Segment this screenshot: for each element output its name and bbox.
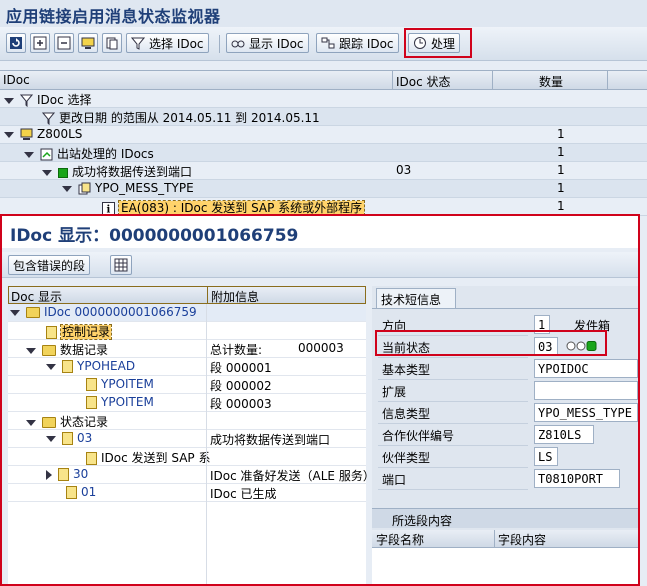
segment-table-header: 字段名称 字段内容 xyxy=(372,530,638,548)
tree-row-partner[interactable]: Z800LS 1 xyxy=(0,126,647,144)
tree-row-idoc-select[interactable]: IDoc 选择 xyxy=(0,90,647,108)
select-idoc-button[interactable]: 选择 IDoc xyxy=(126,33,209,53)
green-status-icon xyxy=(58,167,68,178)
field-extension: 扩展 xyxy=(376,380,638,402)
document-icon xyxy=(62,360,73,373)
segment-table-body xyxy=(372,548,638,584)
system-icon xyxy=(20,128,33,140)
glasses-icon xyxy=(231,40,245,48)
trace-icon xyxy=(321,37,335,49)
field-basic-type: 基本类型 YPOIDOC xyxy=(376,358,638,380)
expand-arrow-icon[interactable] xyxy=(46,469,52,480)
collapse-icon xyxy=(57,36,71,50)
main-toolbar: 选择 IDoc 显示 IDoc 跟踪 IDoc 处理 xyxy=(0,27,647,61)
idoc-display-panel: IDoc 显示：0000000001066759 包含错误的段 Doc 显示 附… xyxy=(0,214,640,586)
idoc-toolbar: 包含错误的段 xyxy=(2,252,638,278)
expand-arrow-icon[interactable] xyxy=(46,435,56,442)
document-icon xyxy=(86,396,97,409)
field-partner-number: 合作伙伴编号 Z810LS xyxy=(376,424,638,446)
refresh-button[interactable] xyxy=(6,33,26,53)
message-type-icon xyxy=(78,182,91,195)
refresh-icon xyxy=(10,37,22,49)
tree-node-status-01[interactable]: 01 IDoc 已生成 xyxy=(8,484,366,502)
tree-node-ypohead[interactable]: YPOHEAD 段 000001 xyxy=(8,358,366,376)
tree-row-date-range[interactable]: 更改日期 的范围从 2014.05.11 到 2014.05.11 xyxy=(0,108,647,126)
display-idoc-button[interactable]: 显示 IDoc xyxy=(226,33,309,53)
folder-icon xyxy=(42,417,56,428)
copy-button[interactable] xyxy=(102,33,122,53)
selected-segment-title: 所选段内容 xyxy=(372,508,638,528)
message-type-value: YPO_MESS_TYPE xyxy=(534,403,638,422)
segments-with-errors-button[interactable]: 包含错误的段 xyxy=(8,255,91,275)
expand-arrow-icon[interactable] xyxy=(26,419,36,426)
tree-node-status-03[interactable]: 03 成功将数据传送到端口 xyxy=(8,430,366,448)
col-idoc-header[interactable]: IDoc xyxy=(3,73,30,87)
tree-node-status-30[interactable]: 30 IDoc 准备好发送（ALE 服务） xyxy=(8,466,375,484)
grid-icon xyxy=(114,258,128,272)
filter-icon xyxy=(131,37,145,50)
field-partner-type: 伙伴类型 LS xyxy=(376,446,638,468)
document-icon xyxy=(86,452,97,465)
tree-row-status-03[interactable]: 成功将数据传送到端口 03 1 xyxy=(0,162,647,180)
tree-node-data-records[interactable]: 数据记录 总计数量: 000003 xyxy=(8,340,366,358)
extension-value xyxy=(534,381,638,400)
copy-icon xyxy=(106,37,118,50)
idoc-display-title: IDoc 显示：0000000001066759 xyxy=(2,216,638,248)
col-count-header[interactable]: 数量 xyxy=(539,73,563,90)
expand-arrow-icon[interactable] xyxy=(10,309,20,316)
document-icon xyxy=(62,432,73,445)
tree-header: Doc 显示 附加信息 xyxy=(8,286,366,304)
field-port: 端口 T0810PORT xyxy=(376,468,638,490)
tree-row-message-type[interactable]: YPO_MESS_TYPE 1 xyxy=(0,180,647,198)
folder-icon xyxy=(42,345,56,356)
grid-view-button[interactable] xyxy=(110,255,132,275)
filter-icon xyxy=(42,112,55,125)
current-status-highlight xyxy=(375,330,607,356)
partner-type-value: LS xyxy=(534,447,558,466)
col-doc-header[interactable]: Doc 显示 xyxy=(11,288,62,305)
expand-arrow-icon[interactable] xyxy=(46,363,56,370)
expand-arrow-icon[interactable] xyxy=(62,185,72,192)
col-field-name[interactable]: 字段名称 xyxy=(376,531,424,548)
col-info-header[interactable]: 附加信息 xyxy=(211,288,259,305)
monitor-button[interactable] xyxy=(78,33,98,53)
tech-info-tab[interactable]: 技术短信息 xyxy=(376,288,456,308)
tree-node-sent-to-sap[interactable]: IDoc 发送到 SAP 系 xyxy=(8,448,366,466)
document-icon xyxy=(86,378,97,391)
monitor-icon xyxy=(81,37,95,49)
col-status-header[interactable]: IDoc 状态 xyxy=(396,73,451,90)
document-icon xyxy=(66,486,77,499)
tree-node-control-record[interactable]: 控制记录 xyxy=(8,322,366,340)
port-value: T0810PORT xyxy=(534,469,620,488)
grid-header: IDoc IDoc 状态 数量 xyxy=(0,70,647,90)
process-button-highlight xyxy=(404,28,472,58)
expand-arrow-icon[interactable] xyxy=(4,131,14,138)
folder-icon xyxy=(26,307,40,318)
basic-type-value: YPOIDOC xyxy=(534,359,638,378)
partner-number-value: Z810LS xyxy=(534,425,594,444)
expand-icon xyxy=(33,36,47,50)
expand-arrow-icon[interactable] xyxy=(24,151,34,158)
field-message-type: 信息类型 YPO_MESS_TYPE xyxy=(376,402,638,424)
col-field-content[interactable]: 字段内容 xyxy=(498,531,546,548)
tree-node-idoc[interactable]: IDoc 0000000001066759 xyxy=(8,304,366,322)
idoc-structure-tree: Doc 显示 附加信息 IDoc 0000000001066759 控制记录 数… xyxy=(8,286,375,584)
filter-icon xyxy=(20,94,33,107)
tree-row-outbound[interactable]: 出站处理的 IDocs 1 xyxy=(0,144,647,162)
tree-node-ypoitem-2[interactable]: YPOITEM 段 000003 xyxy=(8,394,366,412)
tree-node-ypoitem-1[interactable]: YPOITEM 段 000002 xyxy=(8,376,366,394)
collapse-all-button[interactable] xyxy=(54,33,74,53)
document-icon xyxy=(46,326,57,339)
expand-arrow-icon[interactable] xyxy=(42,169,52,176)
outbound-icon xyxy=(40,148,53,161)
document-icon xyxy=(58,468,69,481)
window-title: 应用链接启用消息状态监视器 xyxy=(0,0,647,27)
tree-node-status-records[interactable]: 状态记录 xyxy=(8,412,366,430)
expand-all-button[interactable] xyxy=(30,33,50,53)
expand-arrow-icon[interactable] xyxy=(26,347,36,354)
trace-idoc-button[interactable]: 跟踪 IDoc xyxy=(316,33,399,53)
expand-arrow-icon[interactable] xyxy=(4,97,14,104)
toolbar-separator xyxy=(219,35,220,53)
